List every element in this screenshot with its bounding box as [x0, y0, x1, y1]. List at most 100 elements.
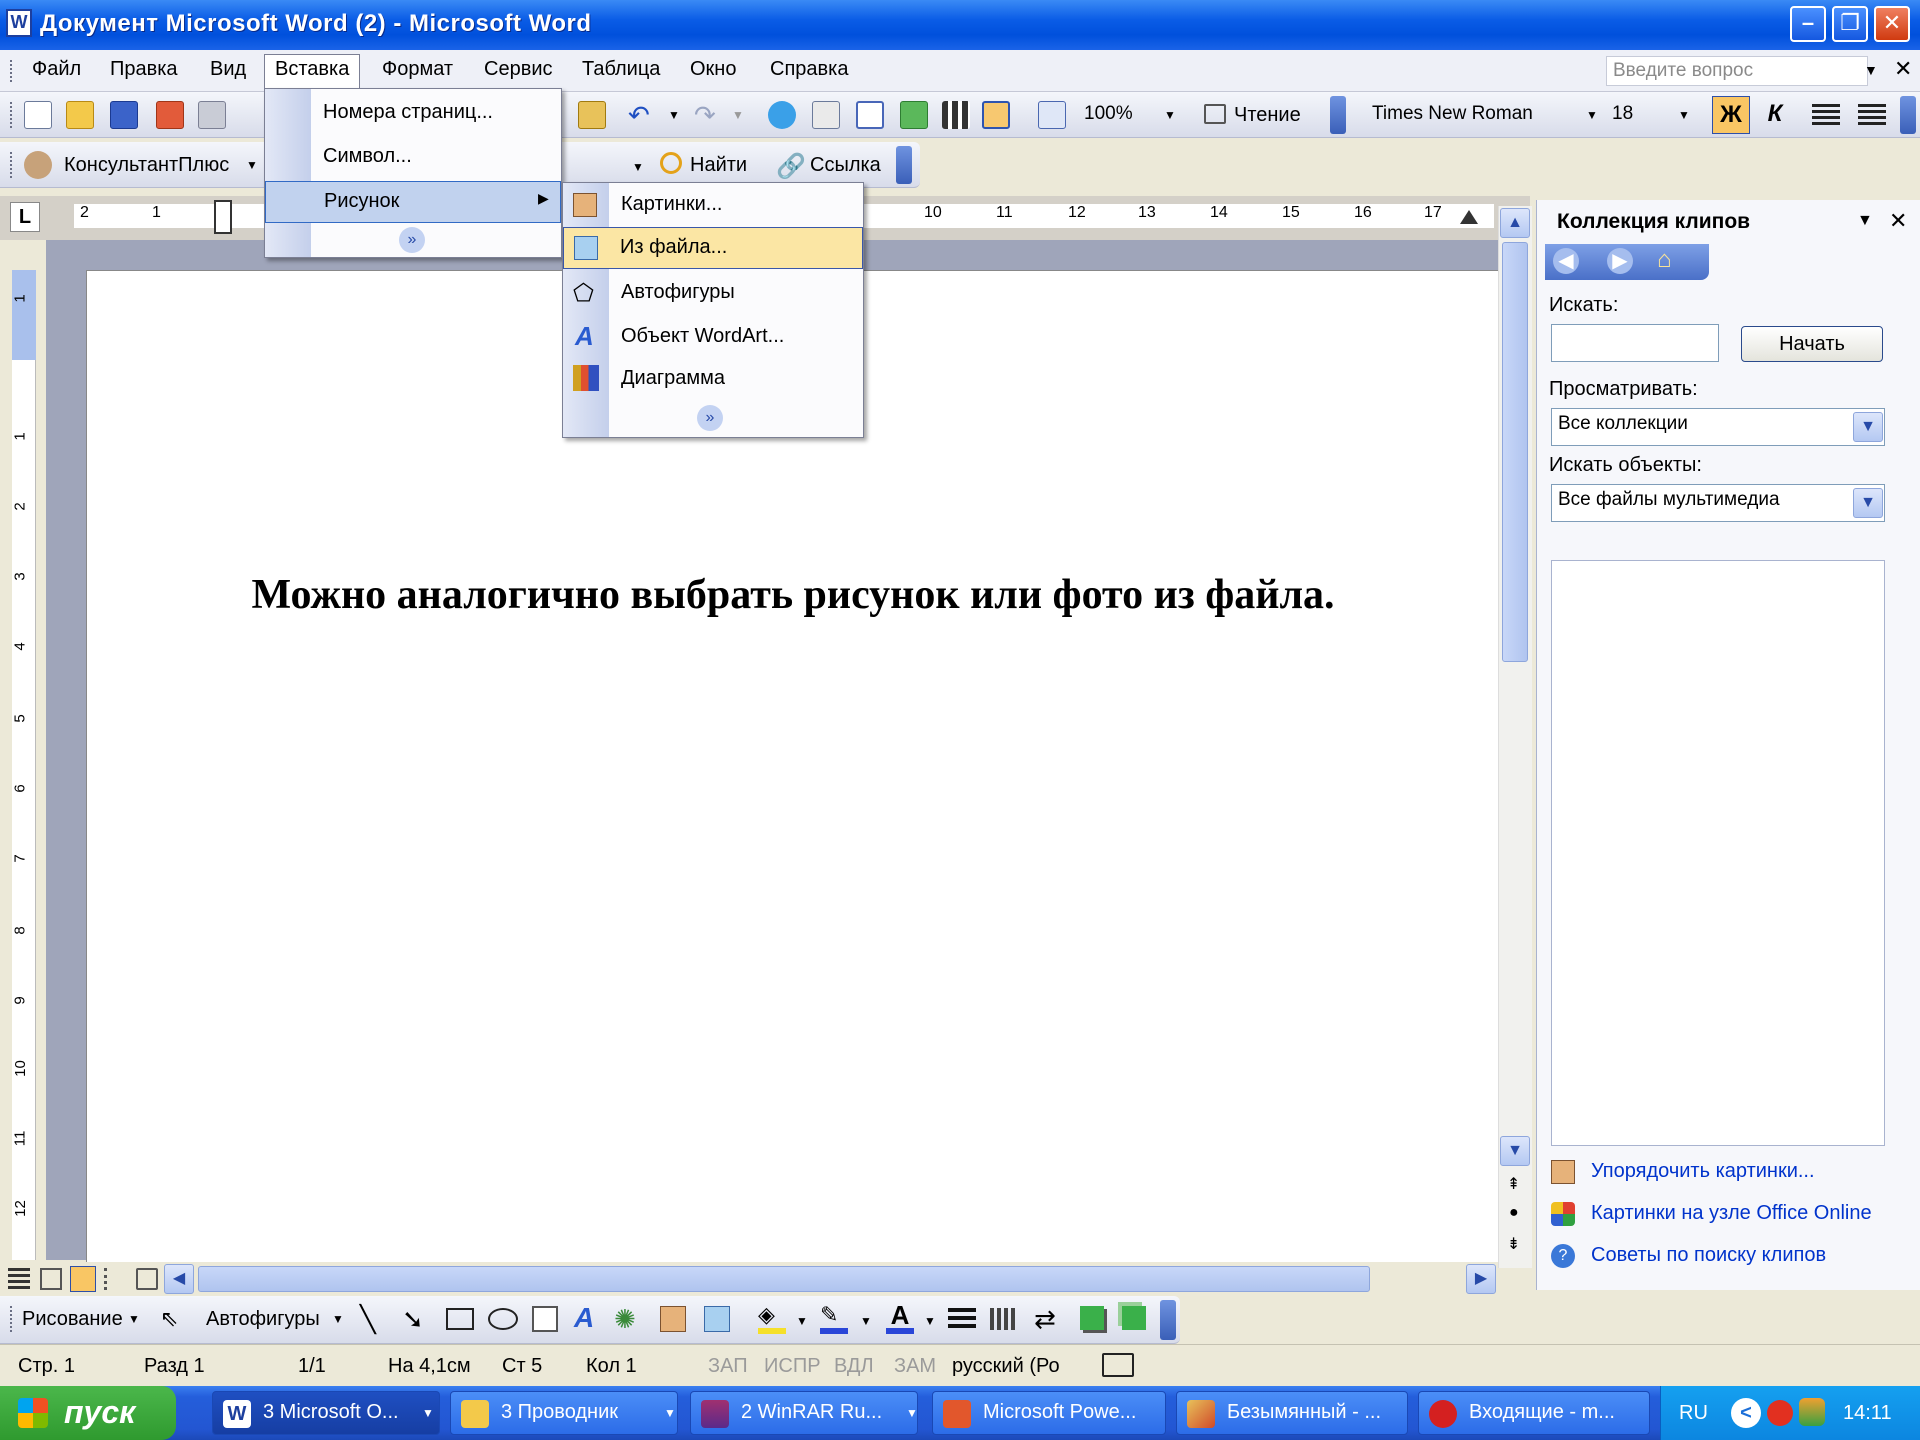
taskbar-group-dropdown-icon[interactable]: ▼	[422, 1406, 434, 1420]
web-view-icon[interactable]	[40, 1268, 62, 1290]
drawing-toolbar-options-icon[interactable]	[1160, 1300, 1176, 1340]
menu-file[interactable]: Файл	[26, 58, 87, 81]
arrow-icon[interactable]: ➘	[402, 1304, 424, 1335]
search-tips-link[interactable]: Советы по поиску клипов	[1591, 1244, 1826, 1267]
select-objects-icon[interactable]: ⇖	[160, 1306, 178, 1332]
taskpane-close-icon[interactable]: ✕	[1889, 208, 1907, 234]
insert-clip-art-icon[interactable]	[660, 1306, 686, 1332]
menu-tools[interactable]: Сервис	[478, 58, 559, 81]
drawing-toolbar-grip[interactable]	[10, 1306, 14, 1332]
opera-tray-icon[interactable]	[1767, 1400, 1793, 1426]
status-overtype[interactable]: ЗАМ	[894, 1355, 936, 1378]
scroll-down-button[interactable]: ▼	[1500, 1136, 1530, 1166]
taskbar-item-powerpoint[interactable]: Microsoft Powe...	[932, 1391, 1166, 1435]
zoom-dropdown-icon[interactable]: ▼	[1164, 108, 1176, 122]
taskbar-item-winrar[interactable]: 2 WinRAR Ru...	[690, 1391, 918, 1435]
document-map-icon[interactable]	[1038, 101, 1066, 129]
format-painter-icon[interactable]	[578, 101, 606, 129]
menu-item-page-numbers[interactable]: Номера страниц...	[265, 93, 561, 135]
insert-wordart-icon[interactable]: A	[574, 1302, 594, 1334]
select-browse-object-icon[interactable]: ●	[1509, 1204, 1519, 1222]
fill-color-icon[interactable]: ◈	[758, 1302, 786, 1334]
taskbar-group-dropdown-icon[interactable]: ▼	[906, 1406, 918, 1420]
font-name-dropdown-icon[interactable]: ▼	[1586, 108, 1598, 122]
drawing-toggle-icon[interactable]	[982, 101, 1010, 129]
menubar-grip[interactable]	[10, 60, 14, 82]
font-name-select[interactable]: Times New Roman	[1366, 99, 1586, 131]
back-icon[interactable]: ◀	[1553, 248, 1579, 274]
insert-table-icon[interactable]	[856, 101, 884, 129]
organize-clips-link[interactable]: Упорядочить картинки...	[1591, 1160, 1815, 1183]
taskbar-item-paint[interactable]: Безымянный - ...	[1176, 1391, 1408, 1435]
3d-style-icon[interactable]	[1122, 1306, 1146, 1330]
next-page-icon[interactable]: ⇟	[1507, 1234, 1520, 1254]
font-color-dropdown-icon[interactable]: ▼	[924, 1314, 936, 1328]
help-question-input[interactable]: Введите вопрос	[1606, 56, 1868, 86]
scroll-right-button[interactable]: ▶	[1466, 1264, 1496, 1294]
expand-submenu-icon[interactable]: »	[697, 405, 723, 431]
menu-window[interactable]: Окно	[684, 58, 742, 81]
menu-item-autoshapes[interactable]: ⬠ Автофигуры	[563, 273, 863, 315]
print-icon[interactable]	[198, 101, 226, 129]
start-search-button[interactable]: Начать	[1741, 326, 1883, 362]
konsultant-button[interactable]: КонсультантПлюс	[64, 154, 229, 177]
menu-view[interactable]: Вид	[204, 58, 252, 81]
new-document-icon[interactable]	[24, 101, 52, 129]
spelling-status-icon[interactable]	[1102, 1353, 1134, 1377]
toolbar-grip[interactable]	[10, 102, 14, 128]
office-online-link[interactable]: Картинки на узле Office Online	[1591, 1202, 1872, 1225]
taskbar-item-opera[interactable]: Входящие - m...	[1418, 1391, 1650, 1435]
find-button[interactable]: Найти	[690, 154, 747, 177]
save-icon[interactable]	[110, 101, 138, 129]
autoshapes-menu-button[interactable]: Автофигуры	[206, 1308, 320, 1331]
line-icon[interactable]: ╲	[360, 1304, 376, 1335]
font-size-select[interactable]: 18	[1606, 99, 1666, 131]
insert-excel-icon[interactable]	[900, 101, 928, 129]
dash-style-icon[interactable]	[990, 1308, 1018, 1330]
taskpane-menu-icon[interactable]: ▼	[1857, 212, 1873, 230]
permission-icon[interactable]	[156, 101, 184, 129]
konsultant-toolbar-options-icon[interactable]	[896, 146, 912, 184]
scroll-thumb[interactable]	[1502, 242, 1528, 662]
help-dropdown-arrow-icon[interactable]: ▼	[1864, 62, 1878, 78]
menu-item-from-file[interactable]: Из файла...	[563, 227, 863, 269]
line-style-icon[interactable]	[948, 1308, 976, 1330]
menu-item-symbol[interactable]: Символ...	[265, 137, 561, 179]
reading-layout-icon[interactable]	[1204, 104, 1226, 124]
collections-dropdown-icon[interactable]: ▼	[1853, 412, 1883, 442]
media-types-select[interactable]: Все файлы мультимедиа	[1551, 484, 1885, 522]
align-center-icon[interactable]	[1812, 104, 1840, 126]
link-button[interactable]: Ссылка	[810, 154, 881, 177]
hyperlink-icon[interactable]	[768, 101, 796, 129]
taskbar-item-word[interactable]: W 3 Microsoft O...	[212, 1391, 440, 1435]
media-types-dropdown-icon[interactable]: ▼	[1853, 488, 1883, 518]
zoom-select[interactable]: 100%	[1078, 99, 1164, 131]
word-app-icon[interactable]: W	[6, 9, 32, 37]
insert-picture-icon[interactable]	[704, 1306, 730, 1332]
document-text[interactable]: Можно аналогично выбрать рисунок или фот…	[87, 571, 1499, 619]
columns-icon[interactable]	[942, 101, 970, 129]
tables-borders-icon[interactable]	[812, 101, 840, 129]
undo-icon[interactable]: ↶	[628, 100, 650, 131]
messenger-tray-icon[interactable]	[1799, 1398, 1825, 1426]
toolbar2-options-icon[interactable]	[1900, 96, 1916, 134]
home-icon[interactable]: ⌂	[1657, 246, 1672, 274]
fill-color-dropdown-icon[interactable]: ▼	[796, 1314, 808, 1328]
bold-button[interactable]: Ж	[1712, 96, 1750, 134]
close-document-icon[interactable]: ✕	[1894, 56, 1912, 82]
drawing-dropdown-icon[interactable]: ▼	[128, 1312, 140, 1326]
close-button[interactable]: ✕	[1874, 6, 1910, 42]
search-scope-dropdown-icon[interactable]: ▼	[632, 160, 644, 174]
arrow-style-icon[interactable]: ⇄	[1034, 1304, 1056, 1335]
status-extend[interactable]: ВДЛ	[834, 1355, 874, 1378]
shadow-style-icon[interactable]	[1080, 1306, 1104, 1330]
align-justify-icon[interactable]	[1858, 104, 1886, 126]
font-size-dropdown-icon[interactable]: ▼	[1678, 108, 1690, 122]
taskbar-item-explorer[interactable]: 3 Проводник	[450, 1391, 678, 1435]
vertical-ruler[interactable]: 1 1 2 3 4 5 6 7 8 9 10 11 12	[11, 270, 36, 1260]
status-track-changes[interactable]: ИСПР	[764, 1355, 821, 1378]
menu-item-picture[interactable]: Рисунок ▶	[265, 181, 561, 223]
open-folder-icon[interactable]	[66, 101, 94, 129]
menu-item-chart[interactable]: Диаграмма	[563, 359, 863, 401]
search-input[interactable]	[1551, 324, 1719, 362]
